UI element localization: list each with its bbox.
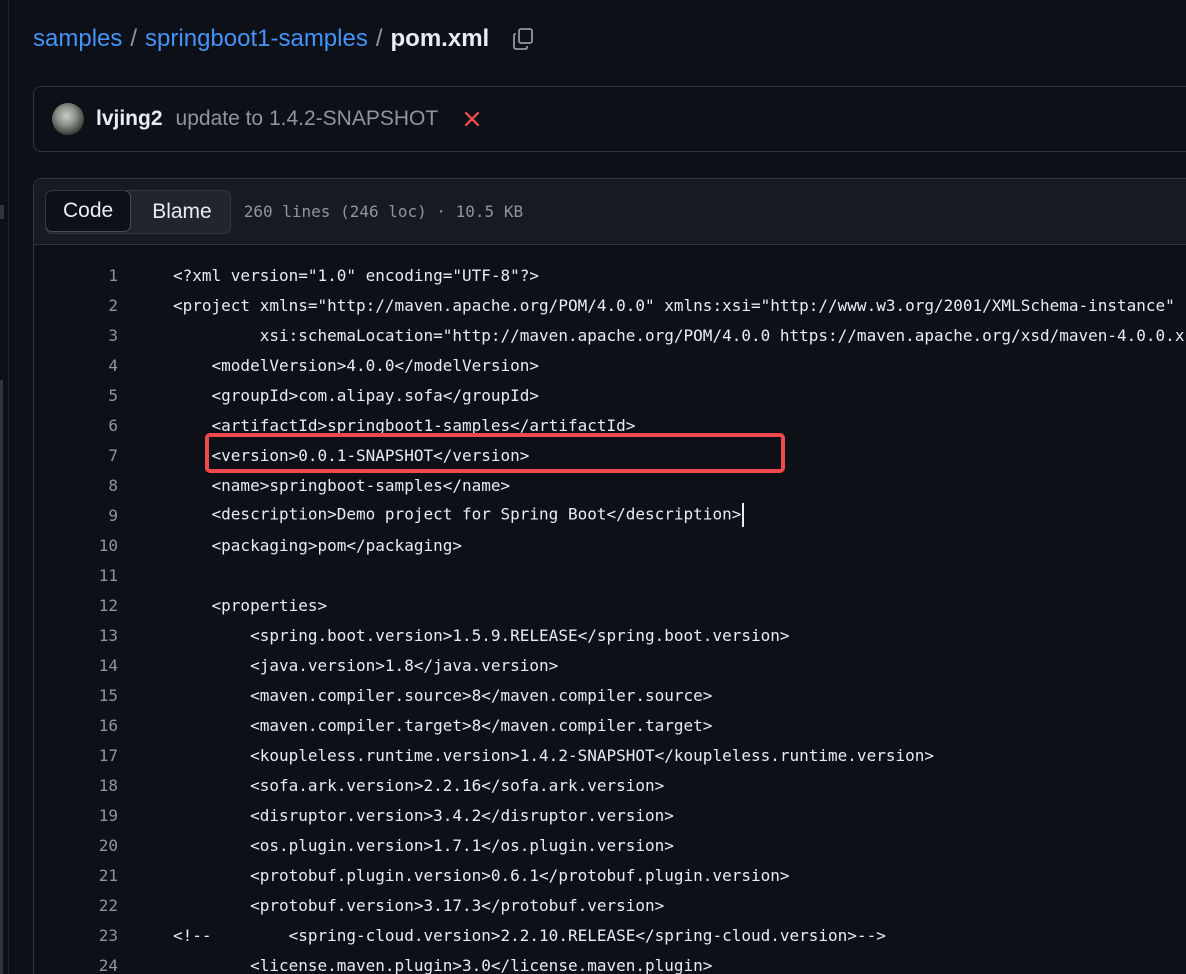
breadcrumb-separator: / <box>130 25 138 52</box>
tab-blame[interactable]: Blame <box>130 191 230 233</box>
line-number[interactable]: 8 <box>34 476 118 495</box>
code-line: 14 <java.version>1.8</java.version> <box>34 650 1186 680</box>
page: samples / springboot1-samples / pom.xml … <box>0 0 1186 974</box>
line-content: <java.version>1.8</java.version> <box>173 655 559 675</box>
code-line: 6 <artifactId>springboot1-samples</artif… <box>34 410 1186 440</box>
breadcrumb-link-springboot1-samples[interactable]: springboot1-samples <box>145 25 368 53</box>
code-line: 5 <groupId>com.alipay.sofa</groupId> <box>34 380 1186 410</box>
code-line: 7 <version>0.0.1-SNAPSHOT</version> <box>34 440 1186 470</box>
line-number[interactable]: 16 <box>34 716 118 735</box>
breadcrumb-current-file: pom.xml <box>390 25 490 52</box>
line-content: <?xml version="1.0" encoding="UTF-8"?> <box>173 265 540 285</box>
code-line: 20 <os.plugin.version>1.7.1</os.plugin.v… <box>34 830 1186 860</box>
line-number[interactable]: 21 <box>34 866 118 885</box>
line-content: <name>springboot-samples</name> <box>173 475 511 495</box>
code-line: 15 <maven.compiler.source>8</maven.compi… <box>34 680 1186 710</box>
line-number[interactable]: 6 <box>34 416 118 435</box>
left-panel-edge <box>0 0 9 974</box>
code-line: 10 <packaging>pom</packaging> <box>34 530 1186 560</box>
code-line: 17 <koupleless.runtime.version>1.4.2-SNA… <box>34 740 1186 770</box>
line-number[interactable]: 22 <box>34 896 118 915</box>
x-icon <box>465 111 480 127</box>
line-content: <license.maven.plugin>3.0</license.maven… <box>173 955 713 974</box>
line-number[interactable]: 19 <box>34 806 118 825</box>
line-content: <properties> <box>173 595 328 615</box>
line-number[interactable]: 17 <box>34 746 118 765</box>
code-line: 21 <protobuf.plugin.version>0.6.1</proto… <box>34 860 1186 890</box>
line-content: <project xmlns="http://maven.apache.org/… <box>173 295 1175 315</box>
avatar[interactable] <box>52 103 84 135</box>
line-number[interactable]: 2 <box>34 296 118 315</box>
text-cursor <box>742 503 745 527</box>
copy-icon <box>513 28 534 50</box>
file-info: 260 lines (246 loc) · 10.5 KB <box>243 202 524 221</box>
line-content: <maven.compiler.source>8</maven.compiler… <box>173 685 713 705</box>
file-viewer: Code Blame 260 lines (246 loc) · 10.5 KB… <box>33 178 1186 974</box>
line-content: <description>Demo project for Spring Boo… <box>173 503 745 527</box>
line-number[interactable]: 4 <box>34 356 118 375</box>
line-content: <disruptor.version>3.4.2</disruptor.vers… <box>173 805 674 825</box>
code-line: 18 <sofa.ark.version>2.2.16</sofa.ark.ve… <box>34 770 1186 800</box>
code-line: 19 <disruptor.version>3.4.2</disruptor.v… <box>34 800 1186 830</box>
code-line: 23 <!-- <spring-cloud.version>2.2.10.RELE… <box>34 920 1186 950</box>
line-number[interactable]: 1 <box>34 266 118 285</box>
line-number[interactable]: 18 <box>34 776 118 795</box>
breadcrumb-separator: / <box>375 25 383 52</box>
code-line: 4 <modelVersion>4.0.0</modelVersion> <box>34 350 1186 380</box>
line-number[interactable]: 5 <box>34 386 118 405</box>
line-number[interactable]: 11 <box>34 566 118 585</box>
line-content: <protobuf.plugin.version>0.6.1</protobuf… <box>173 865 790 885</box>
line-content: <maven.compiler.target>8</maven.compiler… <box>173 715 713 735</box>
line-number[interactable]: 10 <box>34 536 118 555</box>
line-content: <packaging>pom</packaging> <box>173 535 462 555</box>
line-number[interactable]: 14 <box>34 656 118 675</box>
line-number[interactable]: 7 <box>34 446 118 465</box>
line-number[interactable]: 3 <box>34 326 118 345</box>
breadcrumb-link-samples[interactable]: samples <box>33 25 122 53</box>
code-line: 3 xsi:schemaLocation="http://maven.apach… <box>34 320 1186 350</box>
line-content: <sofa.ark.version>2.2.16</sofa.ark.versi… <box>173 775 665 795</box>
commit-message-link[interactable]: update to 1.4.2-SNAPSHOT <box>176 107 439 131</box>
code-line: 16 <maven.compiler.target>8</maven.compi… <box>34 710 1186 740</box>
panel-edge-marker <box>0 205 4 219</box>
line-content: <version>0.0.1-SNAPSHOT</version> <box>173 445 530 465</box>
line-number[interactable]: 13 <box>34 626 118 645</box>
latest-commit-box: lvjing2 update to 1.4.2-SNAPSHOT <box>33 86 1186 152</box>
code-line: 12 <properties> <box>34 590 1186 620</box>
line-content: <!-- <spring-cloud.version>2.2.10.RELEAS… <box>173 925 886 945</box>
code-line: 11 <box>34 560 1186 590</box>
code-line: 2 <project xmlns="http://maven.apache.org… <box>34 290 1186 320</box>
line-number[interactable]: 9 <box>34 506 118 525</box>
breadcrumb: samples / springboot1-samples / pom.xml <box>33 22 537 56</box>
line-content: <os.plugin.version>1.7.1</os.plugin.vers… <box>173 835 674 855</box>
code-line: 9 <description>Demo project for Spring B… <box>34 500 1186 530</box>
code-line: 24 <license.maven.plugin>3.0</license.ma… <box>34 950 1186 974</box>
file-header: Code Blame 260 lines (246 loc) · 10.5 KB <box>34 179 1186 245</box>
commit-author-link[interactable]: lvjing2 <box>96 107 163 131</box>
line-number[interactable]: 20 <box>34 836 118 855</box>
line-content: xsi:schemaLocation="http://maven.apache.… <box>173 325 1186 345</box>
tab-code[interactable]: Code <box>45 190 132 232</box>
line-number[interactable]: 24 <box>34 956 118 974</box>
code-line: 1 <?xml version="1.0" encoding="UTF-8"?> <box>34 260 1186 290</box>
line-number[interactable]: 15 <box>34 686 118 705</box>
code-area[interactable]: 1 <?xml version="1.0" encoding="UTF-8"?> 2… <box>34 245 1186 974</box>
line-content: <koupleless.runtime.version>1.4.2-SNAPSH… <box>173 745 934 765</box>
line-content: <groupId>com.alipay.sofa</groupId> <box>173 385 540 405</box>
line-content: <modelVersion>4.0.0</modelVersion> <box>173 355 540 375</box>
line-content: <protobuf.version>3.17.3</protobuf.versi… <box>173 895 665 915</box>
code-line: 13 <spring.boot.version>1.5.9.RELEASE</s… <box>34 620 1186 650</box>
copy-path-button[interactable] <box>509 25 537 53</box>
line-content: <artifactId>springboot1-samples</artifac… <box>173 415 636 435</box>
code-line: 8 <name>springboot-samples</name> <box>34 470 1186 500</box>
line-number[interactable]: 23 <box>34 926 118 945</box>
check-status-button[interactable] <box>462 109 482 129</box>
view-mode-toggle: Code Blame <box>45 189 231 234</box>
panel-scrollbar[interactable] <box>0 380 3 974</box>
code-line: 22 <protobuf.version>3.17.3</protobuf.ve… <box>34 890 1186 920</box>
line-number[interactable]: 12 <box>34 596 118 615</box>
line-content: <spring.boot.version>1.5.9.RELEASE</spri… <box>173 625 790 645</box>
